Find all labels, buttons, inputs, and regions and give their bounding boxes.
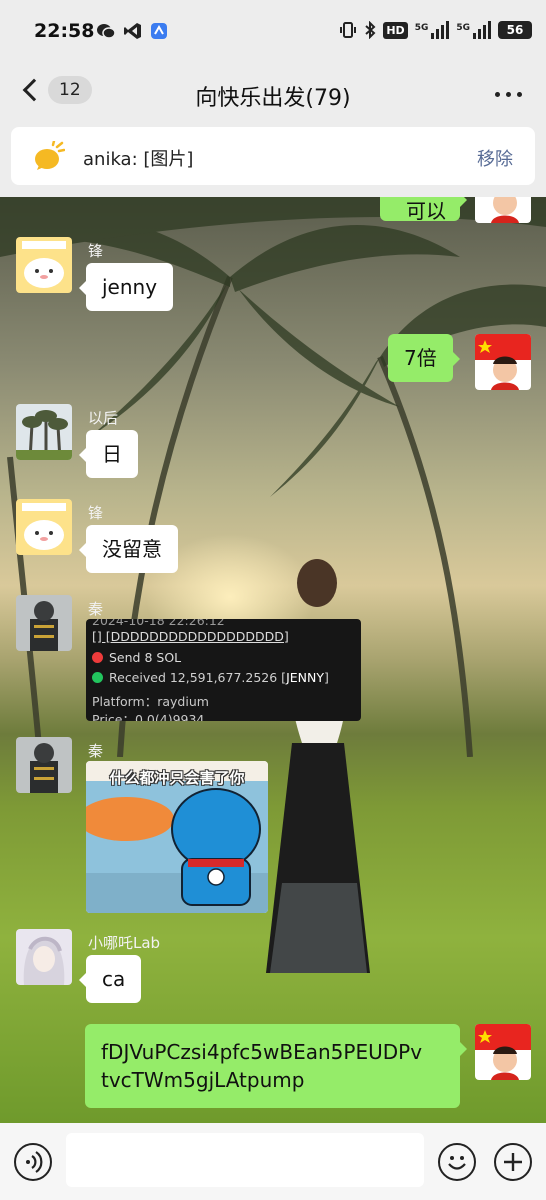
message-text-line-1: fDJVuPCzsi4pfc5wBEan5PEUDPv	[101, 1040, 423, 1064]
signal-icon-2: 5G	[456, 21, 491, 39]
input-bar	[0, 1123, 546, 1200]
battery-icon: 56	[498, 21, 532, 39]
message-bubble-outgoing[interactable]: fDJVuPCzsi4pfc5wBEan5PEUDPv tvcTWm5gjLAt…	[85, 1024, 467, 1108]
message-text: 7倍	[404, 346, 437, 370]
avatar-xiaonezha[interactable]	[16, 929, 72, 985]
sender-name: 锋	[88, 504, 104, 522]
emoji-icon[interactable]	[438, 1143, 476, 1181]
message-bubble-incoming[interactable]: 日	[79, 430, 138, 478]
sticker-image[interactable]: 什么都冲只会害了你	[86, 761, 268, 913]
trade-platform: Platform：raydium	[92, 694, 209, 709]
message-text: 可以	[406, 199, 446, 223]
message-bubble-incoming[interactable]: 没留意	[79, 525, 178, 573]
wechat-icon	[97, 24, 116, 39]
vibrate-icon	[340, 22, 357, 38]
sender-name: 小哪吒Lab	[88, 934, 161, 952]
more-icon[interactable]	[495, 92, 522, 97]
avatar-feng[interactable]	[16, 499, 72, 555]
message-input[interactable]	[66, 1133, 424, 1187]
bluetooth-icon	[365, 21, 376, 39]
avatar-self[interactable]	[475, 334, 531, 390]
avatar-self[interactable]	[475, 197, 531, 223]
message-bubble-incoming[interactable]: ca	[78, 955, 142, 1003]
app-icon	[151, 23, 167, 39]
plus-icon[interactable]	[494, 1143, 532, 1181]
avatar-qin[interactable]	[16, 595, 72, 651]
message-bubble-outgoing[interactable]: 7倍	[388, 334, 460, 382]
vscode-icon	[124, 23, 141, 39]
status-system-icons: HD 5G 5G 56	[339, 21, 532, 39]
signal-icon-1: 5G	[415, 21, 450, 39]
sender-name: 秦	[88, 600, 104, 618]
avatar-feng[interactable]	[16, 237, 72, 293]
avatar-self[interactable]	[475, 1024, 531, 1080]
trade-received-line: Received 12,591,677.2526 [JENNY]	[92, 670, 329, 685]
trade-timestamp: 2024-10-18 22:26:12	[92, 619, 225, 628]
chat-message-list[interactable]: 可以 锋 jenny 7倍 以后 日 锋 没留意 秦 2024-10-18 22…	[0, 197, 546, 1123]
message-text-line-2: tvcTWm5gjLAtpump	[101, 1068, 305, 1092]
remove-pin-button[interactable]: 移除	[477, 145, 513, 171]
sender-name: 以后	[88, 409, 119, 427]
trade-send-line: Send 8 SOL	[92, 650, 181, 665]
chat-header: 12 向快乐出发(79)	[0, 64, 546, 124]
sender-name: 锋	[88, 242, 104, 260]
status-time: 22:58	[34, 20, 95, 42]
trade-pair: [] [DDDDDDDDDDDDDDDDDD]	[92, 629, 289, 644]
message-text: jenny	[102, 275, 158, 299]
trade-price: Price：0.0(4)9934	[92, 712, 205, 721]
pinned-text: anika: [图片]	[83, 149, 194, 170]
avatar-qin[interactable]	[16, 737, 72, 793]
hd-badge: HD	[383, 21, 408, 39]
trade-screenshot-image[interactable]: 2024-10-18 22:26:12 [] [DDDDDDDDDDDDDDDD…	[86, 619, 361, 721]
pinned-speaker-icon	[35, 141, 65, 170]
voice-icon[interactable]	[14, 1143, 52, 1181]
message-text: ca	[102, 967, 126, 991]
message-text: 日	[102, 442, 122, 466]
message-bubble-incoming[interactable]: jenny	[78, 263, 174, 311]
message-bubble-outgoing[interactable]: 可以	[380, 197, 467, 223]
sticker-caption: 什么都冲只会害了你	[109, 769, 245, 787]
status-bar: 22:58 HD 5G 5G 56	[0, 0, 546, 64]
status-notification-icons	[96, 22, 168, 40]
pinned-message-bar[interactable]: anika: [图片] 移除	[11, 127, 535, 185]
chat-title: 向快乐出发(79)	[195, 86, 351, 111]
sender-name: 秦	[88, 742, 104, 760]
avatar-yihou[interactable]	[16, 404, 72, 460]
message-text: 没留意	[102, 537, 162, 561]
